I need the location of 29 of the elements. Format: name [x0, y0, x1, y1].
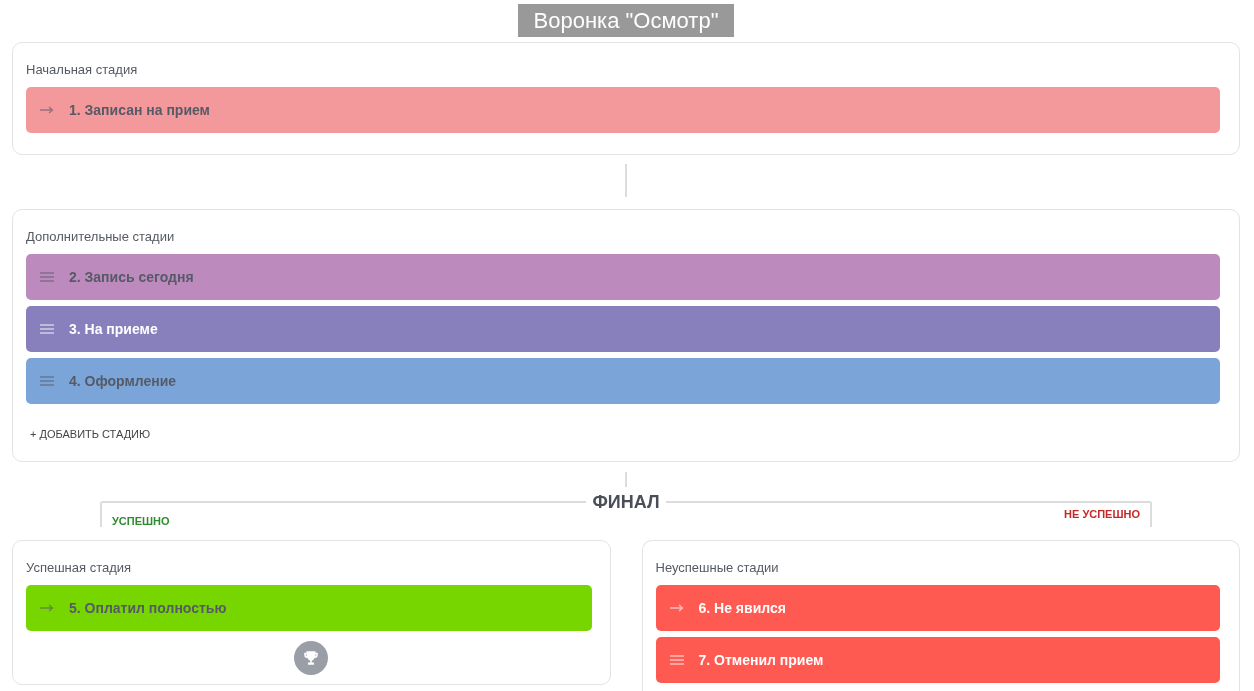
stage-item[interactable]: 4. Оформление	[26, 358, 1220, 405]
stage-name: 4. Оформление	[69, 371, 177, 391]
arrow-icon	[40, 604, 54, 612]
stage-item[interactable]: 3. На приеме	[26, 306, 1220, 353]
add-stage-button[interactable]: + ДОБАВИТЬ СТАДИЮ	[30, 426, 151, 443]
stage-item[interactable]: 2. Запись сегодня	[26, 254, 1220, 301]
final-title: ФИНАЛ	[591, 493, 661, 511]
stage-name: 3. На приеме	[69, 319, 158, 339]
stage-item[interactable]: 5. Оплатил полностью	[26, 585, 592, 631]
stage-name: 1. Записан на прием	[69, 100, 210, 120]
arrow-icon	[40, 106, 54, 114]
section-label: Начальная стадия	[26, 62, 139, 78]
stage-name: 2. Запись сегодня	[69, 267, 194, 287]
drag-handle-icon[interactable]	[40, 376, 54, 387]
stage-item[interactable]: 6. Не явился	[655, 585, 1220, 631]
fail-label: НЕ УСПЕШНО	[1064, 508, 1140, 522]
drag-handle-icon[interactable]	[40, 272, 54, 283]
trophy-icon	[294, 641, 329, 675]
stage-item[interactable]: 1. Записан на прием	[26, 87, 1220, 133]
funnel-title: Воронка "Осмотр"	[517, 4, 735, 37]
section-label: Успешная стадия	[26, 560, 133, 576]
section-label: Неуспешные стадии	[655, 560, 780, 576]
stage-name: 6. Не явился	[698, 598, 786, 618]
section-label: Дополнительные стадии	[26, 229, 176, 246]
stage-name: 7. Отменил прием	[698, 650, 824, 670]
stage-name: 5. Оплатил полностью	[69, 598, 227, 618]
success-label: УСПЕШНО	[112, 515, 170, 527]
stage-item[interactable]: 7. Отменил прием	[655, 637, 1220, 683]
arrow-icon	[669, 604, 684, 612]
